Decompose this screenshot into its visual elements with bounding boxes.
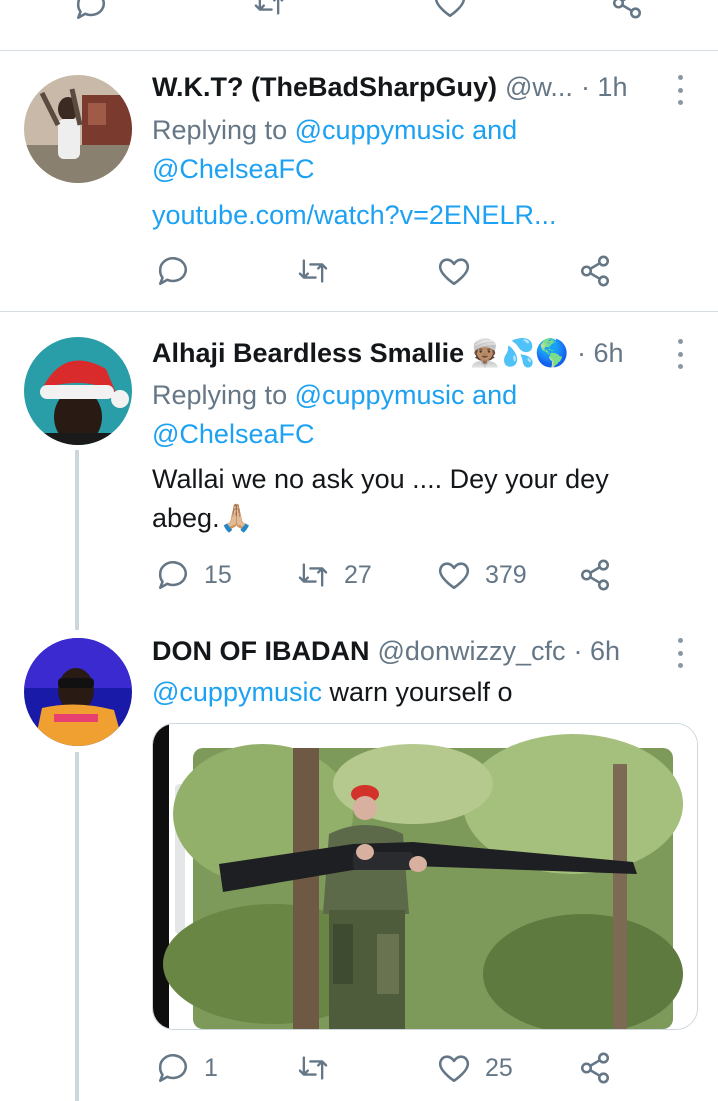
mention-link[interactable]: @cuppymusic xyxy=(152,677,322,707)
share-icon xyxy=(578,254,612,288)
reply-icon xyxy=(156,558,190,592)
tweet-text-body: warn yourself o xyxy=(321,677,513,707)
mention-link[interactable]: @cuppymusic xyxy=(295,115,465,145)
reply-icon xyxy=(156,1051,190,1085)
share-icon xyxy=(578,1051,612,1085)
timestamp[interactable]: · 6h xyxy=(577,338,624,369)
mention-link[interactable]: @ChelseaFC xyxy=(152,154,314,184)
retweet-icon xyxy=(296,254,330,288)
reply-and: and xyxy=(464,380,518,410)
display-name[interactable]: Alhaji Beardless Smallie xyxy=(152,338,464,369)
retweet-button[interactable]: 27 xyxy=(296,558,372,592)
top-action-bar xyxy=(0,0,718,30)
timestamp[interactable]: · 1h xyxy=(581,72,628,103)
share-button[interactable] xyxy=(578,254,612,288)
more-options-icon[interactable] xyxy=(670,638,690,668)
name-emoji: 👳🏽💦🌎 xyxy=(468,338,570,368)
user-handle[interactable]: @w... xyxy=(505,72,573,103)
like-button[interactable]: 379 xyxy=(437,558,527,592)
tweet-text: youtube.com/watch?v=2ENELR... xyxy=(152,196,556,235)
reply-context: Replying to @cuppymusic and @ChelseaFC xyxy=(152,111,672,189)
avatar[interactable] xyxy=(24,75,132,183)
reply-context: Replying to @cuppymusic and @ChelseaFC xyxy=(152,376,672,454)
user-handle[interactable]: @donwizzy_cfc xyxy=(378,636,566,667)
like-count: 25 xyxy=(485,1053,513,1082)
reply-icon xyxy=(156,254,190,288)
divider xyxy=(0,311,718,312)
divider xyxy=(0,50,718,51)
url-link[interactable]: youtube.com/watch?v=2ENELR... xyxy=(152,200,556,230)
reply-and: and xyxy=(464,115,518,145)
media-image[interactable] xyxy=(152,723,698,1030)
heart-icon xyxy=(437,1051,471,1085)
share-button[interactable] xyxy=(578,1051,612,1085)
reply-count: 15 xyxy=(204,560,232,589)
share-icon xyxy=(578,558,612,592)
share-button[interactable] xyxy=(578,558,612,592)
retweet-count: 27 xyxy=(344,560,372,589)
avatar[interactable] xyxy=(24,337,132,445)
retweet-icon xyxy=(296,1051,330,1085)
display-name[interactable]: W.K.T? (TheBadSharpGuy) xyxy=(152,72,497,103)
tweet-header: Alhaji Beardless Smallie 👳🏽💦🌎 · 6h xyxy=(152,337,624,369)
reply-button[interactable]: 15 xyxy=(156,558,232,592)
like-button[interactable] xyxy=(433,0,467,20)
display-name[interactable]: DON OF IBADAN xyxy=(152,636,370,667)
reply-icon xyxy=(74,0,108,22)
heart-icon xyxy=(433,0,467,20)
heart-icon xyxy=(437,254,471,288)
tweet-header: DON OF IBADAN @donwizzy_cfc · 6h xyxy=(152,636,620,667)
retweet-button[interactable] xyxy=(252,0,286,20)
tweet-text: @cuppymusic warn yourself o xyxy=(152,673,513,712)
mention-link[interactable]: @cuppymusic xyxy=(295,380,465,410)
reply-button[interactable]: 1 xyxy=(156,1051,218,1085)
avatar[interactable] xyxy=(24,638,132,746)
reply-count: 1 xyxy=(204,1053,218,1082)
more-options-icon[interactable] xyxy=(670,75,690,105)
like-count: 379 xyxy=(485,560,527,589)
timestamp[interactable]: · 6h xyxy=(573,636,620,667)
thread-line xyxy=(75,752,79,1101)
heart-icon xyxy=(437,558,471,592)
retweet-icon xyxy=(296,558,330,592)
share-icon xyxy=(610,0,644,20)
retweet-button[interactable] xyxy=(296,254,330,288)
retweet-button[interactable] xyxy=(296,1051,330,1085)
replying-to-label: Replying to xyxy=(152,380,295,410)
retweet-icon xyxy=(252,0,286,20)
tweet-text-line: Wallai we no ask you .... Dey your dey xyxy=(152,464,609,494)
like-button[interactable] xyxy=(437,254,471,288)
like-button[interactable]: 25 xyxy=(437,1051,513,1085)
tweet-text-line: abeg.🙏🏼 xyxy=(152,503,254,533)
replying-to-label: Replying to xyxy=(152,115,295,145)
tweet-text: Wallai we no ask you .... Dey your dey a… xyxy=(152,460,692,538)
reply-button[interactable] xyxy=(156,254,190,288)
thread-line xyxy=(75,450,79,630)
mention-link[interactable]: @ChelseaFC xyxy=(152,419,314,449)
share-button[interactable] xyxy=(610,0,644,20)
more-options-icon[interactable] xyxy=(670,339,690,369)
tweet-header: W.K.T? (TheBadSharpGuy) @w... · 1h xyxy=(152,72,627,103)
reply-button[interactable] xyxy=(74,0,108,22)
